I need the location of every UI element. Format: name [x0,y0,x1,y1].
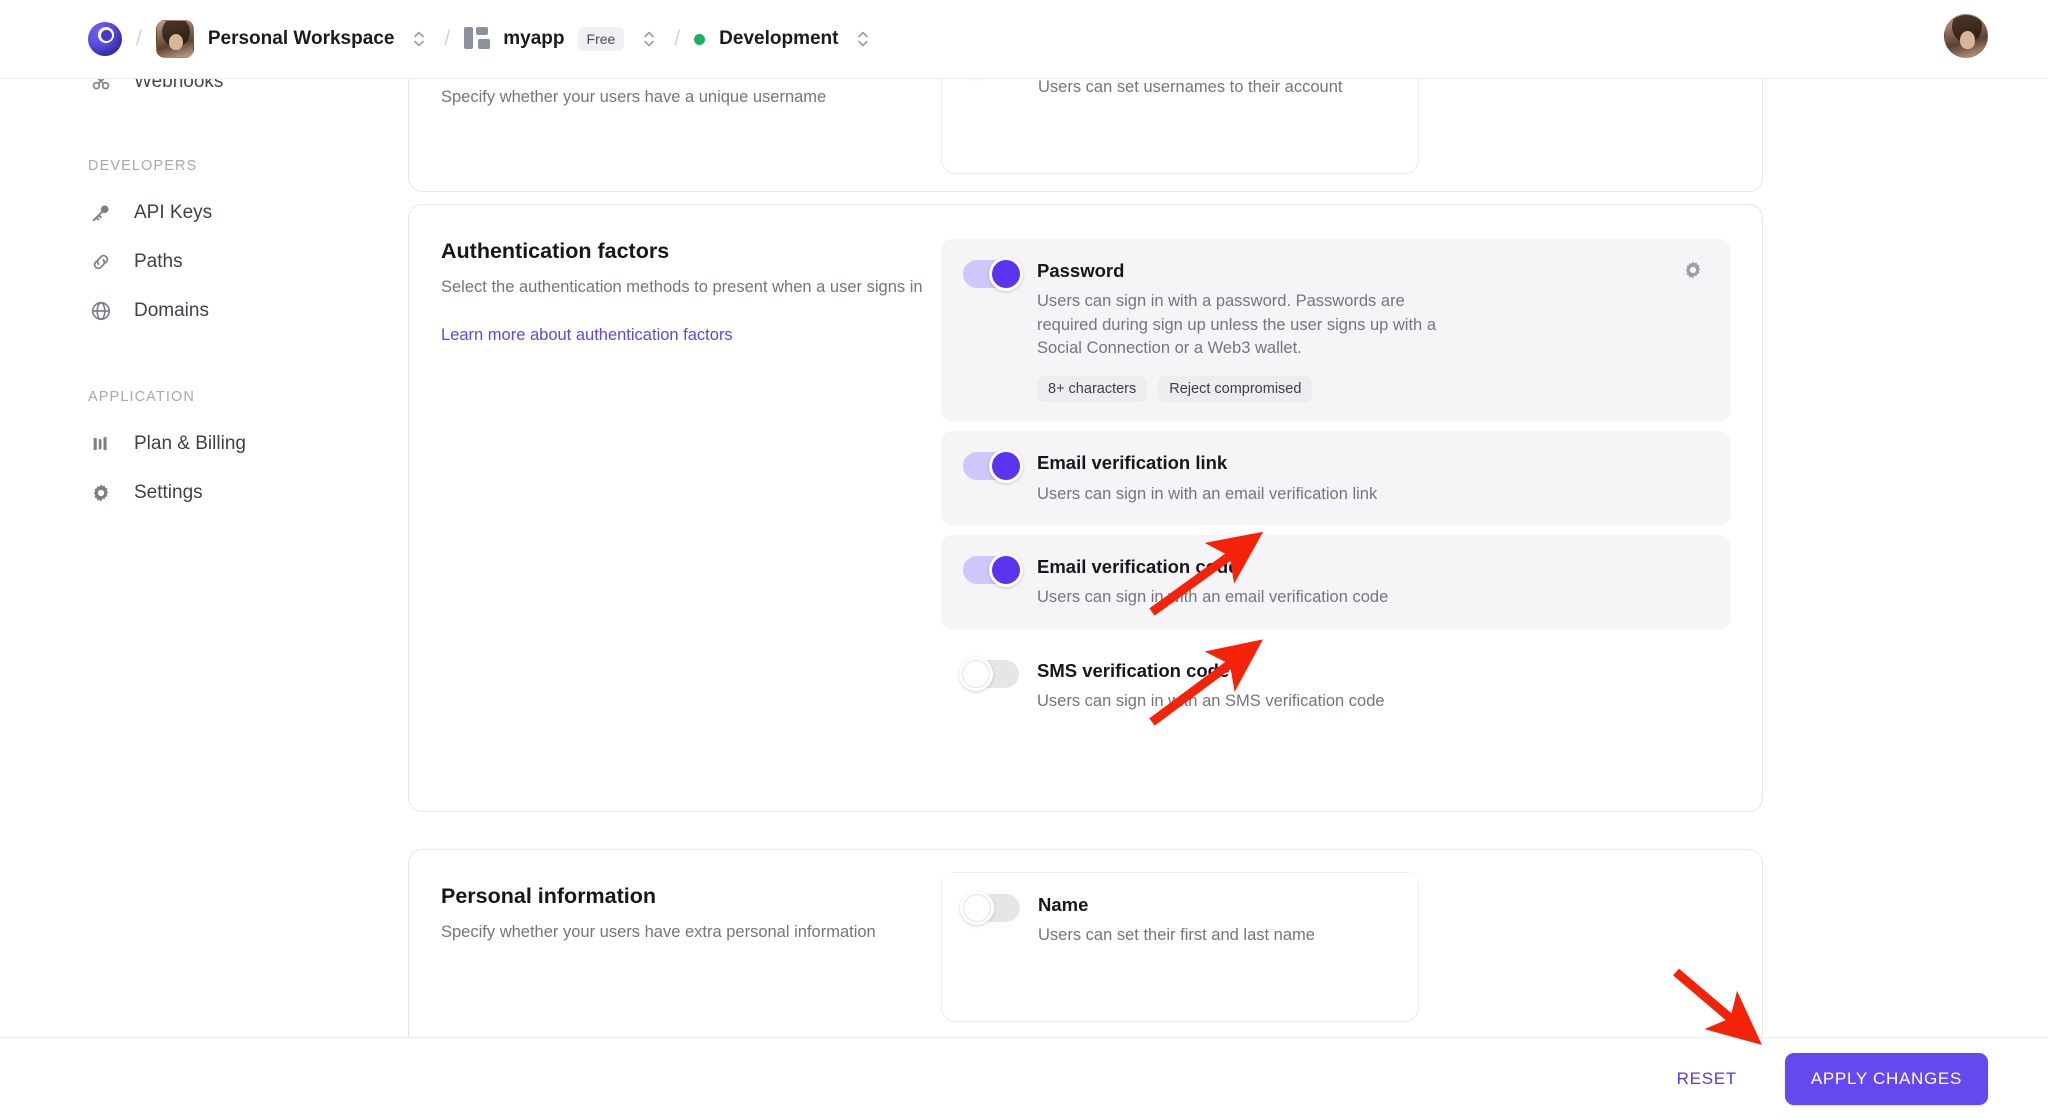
personal-info-description: Specify whether your users have extra pe… [441,923,876,941]
breadcrumb-environment[interactable]: Development [694,0,874,78]
option-title: Email verification link [1037,452,1228,474]
link-icon [88,249,114,275]
breadcrumb-separator-2: / [444,27,451,50]
option-row-name[interactable]: Name Users can set their first and last … [942,873,1418,967]
webhook-icon [88,79,114,95]
chip-min-characters: 8+ characters [1037,376,1148,403]
option-row-email-verification-code[interactable]: Email verification code Users can sign i… [941,535,1730,629]
option-description: Users can sign in with an email verifica… [1037,484,1378,503]
breadcrumb-separator-3: / [674,27,681,50]
billing-icon [88,431,114,457]
password-chip-list: 8+ characters Reject compromised [1037,376,1708,403]
chip-reject-compromised: Reject compromised [1158,376,1313,403]
gear-icon [88,480,114,506]
auth-factors-description: Select the authentication methods to pre… [441,278,923,296]
username-card: Specify whether your users have a unique… [408,79,1763,192]
personal-info-text: Personal information Specify whether you… [441,884,941,1034]
username-option-card: Username Users can set usernames to thei… [941,79,1419,174]
top-navigation-bar: / Personal Workspace / myapp Free / Deve… [0,0,2048,79]
sidebar-item-label: Paths [134,250,183,272]
sidebar-item-label: Domains [134,299,209,321]
option-row-username[interactable]: Username Users can set usernames to thei… [942,79,1418,119]
sidebar-item-plan-billing[interactable]: Plan & Billing [88,419,400,468]
password-settings-gear-icon[interactable] [1682,259,1708,285]
sidebar-group-developers: DEVELOPERS [88,158,198,174]
personal-info-options: Name Users can set their first and last … [941,872,1730,1034]
option-title: SMS verification code [1037,659,1230,681]
option-description: Users can sign in with an SMS verificati… [1037,691,1385,710]
option-title: Email verification code [1037,556,1239,578]
application-label: myapp [503,28,565,49]
name-option-card: Name Users can set their first and last … [941,872,1419,1022]
key-icon [88,200,114,226]
sidebar-item-webhooks[interactable]: Webhooks [88,79,400,106]
environment-label: Development [719,28,839,49]
password-toggle[interactable] [963,257,1023,291]
workspace-label: Personal Workspace [207,28,395,49]
sidebar-item-domains[interactable]: Domains [88,286,400,335]
sidebar-item-label: Plan & Billing [134,432,246,454]
plan-badge: Free [577,27,625,51]
breadcrumb-workspace[interactable]: Personal Workspace [155,0,431,78]
reset-button[interactable]: RESET [1665,1059,1749,1099]
learn-more-link[interactable]: Learn more about authentication factors [441,326,733,345]
sidebar-item-label: API Keys [134,201,213,223]
breadcrumb-application[interactable]: myapp Free [464,0,660,78]
sidebar-item-paths[interactable]: Paths [88,237,400,286]
application-switcher-chevrons[interactable] [638,24,660,54]
option-row-password[interactable]: Password Users can sign in with a passwo… [941,239,1730,422]
sidebar-group-application: APPLICATION [88,389,195,405]
name-toggle[interactable] [960,891,1020,925]
option-description: Users can set usernames to their account [1038,79,1343,97]
option-row-sms-verification-code[interactable]: SMS verification code Users can sign in … [941,638,1730,733]
environment-switcher-chevrons[interactable] [852,24,874,54]
settings-content-area: Specify whether your users have a unique… [400,79,2048,1119]
sidebar-navigation: Webhooks DEVELOPERS API Keys Paths Domai… [0,79,400,1119]
auth-factors-text: Authentication factors Select the authen… [441,239,941,732]
workspace-avatar [155,20,194,58]
option-title: Name [1038,894,1089,915]
sidebar-item-api-keys[interactable]: API Keys [88,188,400,237]
workspace-switcher-chevrons[interactable] [408,24,430,54]
auth-factors-options: Password Users can sign in with a passwo… [941,239,1730,733]
email-verification-link-toggle[interactable] [963,449,1023,484]
personal-info-title: Personal information [441,884,657,908]
app-window: / Personal Workspace / myapp Free / Deve… [0,0,2048,1119]
environment-status-dot [694,33,706,45]
option-row-email-verification-link[interactable]: Email verification link Users can sign i… [941,431,1730,526]
option-description: Users can sign in with an email verifica… [1037,588,1389,607]
apply-changes-button[interactable]: APPLY CHANGES [1784,1052,1988,1105]
sidebar-item-settings[interactable]: Settings [88,468,400,517]
sidebar-item-label: Settings [134,481,203,503]
option-title: Password [1037,260,1125,281]
account-avatar[interactable] [1944,14,1988,58]
auth-factors-title: Authentication factors [441,239,670,263]
globe-icon [88,298,114,324]
sms-verification-code-toggle[interactable] [959,656,1019,691]
sidebar-item-label: Webhooks [134,79,224,92]
username-card-description: Specify whether your users have a unique… [441,88,827,106]
option-description: Users can sign in with a password. Passw… [1037,292,1436,358]
clerk-logo[interactable] [88,22,122,56]
application-icon [464,27,491,51]
action-footer: RESET APPLY CHANGES [0,1037,2048,1119]
option-description: Users can set their first and last name [1038,926,1315,945]
breadcrumb-separator: / [136,27,142,50]
authentication-factors-card: Authentication factors Select the authen… [408,204,1763,812]
email-verification-code-toggle[interactable] [963,553,1023,588]
